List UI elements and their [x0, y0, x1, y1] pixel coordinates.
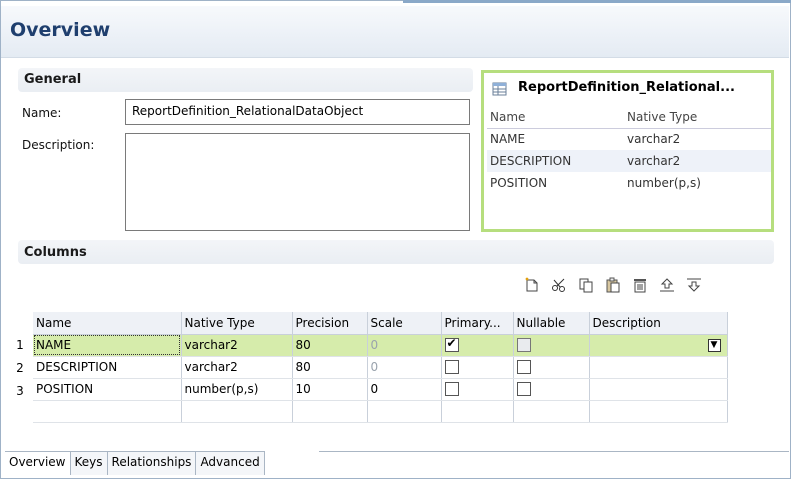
cell-name[interactable]: DESCRIPTION	[33, 356, 182, 379]
editor-tabs: Overview Keys Relationships Advanced	[5, 451, 265, 475]
preview-cell-name: NAME	[490, 132, 526, 147]
cell-native-type[interactable]: varchar2	[181, 356, 293, 379]
row-number: 3	[16, 384, 24, 398]
primary-checkbox[interactable]	[444, 336, 459, 353]
row-number: 1	[16, 338, 24, 352]
tab-advanced[interactable]: Advanced	[196, 452, 265, 475]
tab-baseline	[319, 451, 789, 452]
preview-header-name: Name	[487, 106, 624, 129]
description-field[interactable]	[125, 133, 470, 231]
cell-native-type[interactable]: varchar2	[181, 334, 293, 357]
nullable-checkbox[interactable]	[516, 338, 531, 353]
preview-row: DESCRIPTION varchar2	[487, 150, 771, 172]
column-header-precision[interactable]: Precision	[292, 312, 368, 335]
description-label: Description:	[22, 138, 95, 152]
cell-nullable[interactable]	[513, 334, 590, 357]
cut-icon[interactable]	[550, 276, 568, 294]
cell-primary[interactable]	[441, 334, 514, 357]
column-header-native-type[interactable]: Native Type	[181, 312, 293, 335]
nullable-checkbox[interactable]	[516, 382, 531, 397]
general-section-header	[18, 68, 473, 92]
preview-cell-type: number(p,s)	[627, 176, 701, 190]
preview-cell-name: DESCRIPTION	[487, 150, 624, 172]
primary-checkbox[interactable]	[444, 360, 459, 375]
table-row[interactable]: NAME varchar2 80 0 ▼	[33, 334, 728, 357]
paste-icon[interactable]	[604, 276, 622, 294]
preview-cell-type: varchar2	[624, 150, 734, 172]
cell-name[interactable]: POSITION	[33, 378, 182, 401]
row-number: 2	[16, 361, 24, 375]
table-icon	[492, 82, 507, 96]
cell-scale[interactable]: 0	[367, 356, 442, 379]
preview-title: ReportDefinition_Relational...	[518, 80, 735, 95]
cell-description[interactable]	[589, 356, 728, 379]
name-label: Name:	[22, 106, 62, 120]
general-section-title: General	[24, 72, 82, 87]
nullable-checkbox[interactable]	[516, 360, 531, 375]
cell-native-type[interactable]: number(p,s)	[181, 378, 293, 401]
preview-table: Name Native Type NAME varchar2 DESCRIPTI…	[487, 106, 771, 194]
table-row[interactable]: DESCRIPTION varchar2 80 0	[33, 356, 728, 379]
cell-primary[interactable]	[441, 378, 514, 401]
cell-description[interactable]: ▼	[589, 334, 728, 357]
cell-scale[interactable]: 0	[367, 378, 442, 401]
page-header: Overview	[1, 6, 789, 58]
cell-precision[interactable]: 10	[292, 378, 368, 401]
column-header-name[interactable]: Name	[33, 312, 182, 335]
cell-primary[interactable]	[441, 356, 514, 379]
empty-row	[33, 400, 728, 423]
preview-header-type: Native Type	[624, 106, 734, 129]
preview-row: NAME varchar2	[487, 128, 771, 150]
columns-grid: Name Native Type Precision Scale Primary…	[33, 312, 728, 423]
cell-precision[interactable]: 80	[292, 334, 368, 357]
cell-scale[interactable]: 0	[367, 334, 442, 357]
tab-keys[interactable]: Keys	[70, 452, 108, 475]
expand-editor-icon[interactable]: ▼	[707, 338, 721, 352]
column-header-primary[interactable]: Primary...	[441, 312, 514, 335]
columns-section-header	[18, 240, 774, 264]
move-down-icon[interactable]	[685, 276, 703, 294]
name-field[interactable]: ReportDefinition_RelationalDataObject	[125, 99, 470, 125]
copy-icon[interactable]	[577, 276, 595, 294]
primary-checkbox[interactable]	[444, 382, 459, 397]
grid-header-row: Name Native Type Precision Scale Primary…	[33, 312, 728, 335]
page-title: Overview	[10, 19, 111, 41]
preview-row: POSITION number(p,s)	[487, 172, 771, 194]
column-header-description[interactable]: Description	[589, 312, 728, 335]
cell-nullable[interactable]	[513, 378, 590, 401]
new-column-icon[interactable]	[523, 276, 541, 294]
table-preview: ReportDefinition_Relational... Name Nati…	[481, 70, 774, 232]
top-accent-line	[403, 0, 791, 3]
tab-overview[interactable]: Overview	[5, 452, 71, 475]
cell-name[interactable]: NAME	[33, 334, 182, 357]
tab-relationships[interactable]: Relationships	[107, 452, 197, 475]
column-header-nullable[interactable]: Nullable	[513, 312, 590, 335]
column-header-scale[interactable]: Scale	[367, 312, 442, 335]
cell-description[interactable]	[589, 378, 728, 401]
preview-cell-name: POSITION	[490, 176, 548, 190]
cell-nullable[interactable]	[513, 356, 590, 379]
preview-cell-type: varchar2	[627, 132, 681, 147]
move-up-icon[interactable]	[658, 276, 676, 294]
delete-icon[interactable]	[631, 276, 649, 294]
table-row[interactable]: POSITION number(p,s) 10 0	[33, 378, 728, 401]
cell-precision[interactable]: 80	[292, 356, 368, 379]
columns-toolbar	[523, 276, 703, 298]
columns-section-title: Columns	[24, 245, 87, 260]
